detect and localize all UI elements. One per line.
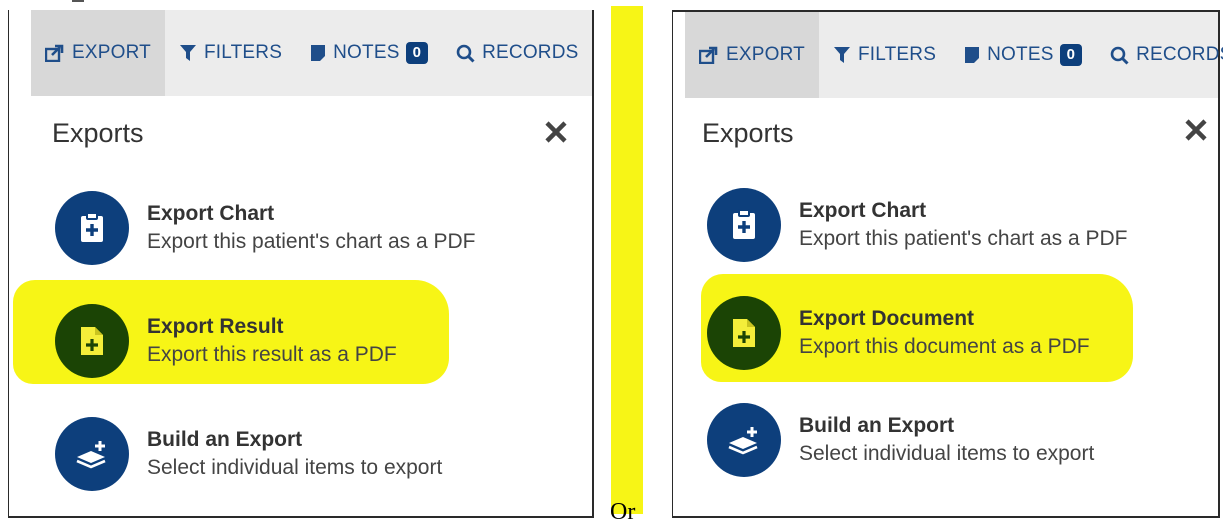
close-button[interactable] [1184, 118, 1208, 142]
tab-label: FILTERS [203, 42, 283, 63]
tab-export[interactable]: EXPORT [685, 12, 819, 98]
layers-plus-icon [55, 417, 129, 491]
toolbar-tabs: EXPORT FILTERS NOTES 0 RECORDS [685, 12, 1223, 98]
item-desc: Export this patient's chart as a PDF [799, 227, 1128, 250]
layers-plus-icon [707, 403, 781, 477]
item-desc: Export this document as a PDF [799, 335, 1090, 358]
item-desc: Export this result as a PDF [147, 343, 397, 366]
tab-records[interactable]: RECORDS [442, 10, 592, 96]
tab-notes[interactable]: NOTES 0 [296, 10, 442, 96]
item-desc: Select individual items to export [147, 456, 443, 479]
item-title: Export Chart [147, 202, 275, 225]
tab-records[interactable]: RECORDS [1096, 12, 1223, 98]
share-export-icon [45, 44, 65, 62]
exports-panel-left: EXPORT FILTERS NOTES 0 RECORDS Exports E… [8, 10, 594, 518]
tab-label: RECORDS [1136, 44, 1223, 65]
item-desc: Select individual items to export [799, 442, 1095, 465]
export-chart-item[interactable]: Export Chart Export this patient's chart… [707, 188, 1127, 262]
or-separator-label: Or [610, 499, 636, 525]
exports-panel-right: EXPORT FILTERS NOTES 0 RECORDS Exports E… [672, 10, 1223, 518]
export-document-item[interactable]: Export Document Export this document as … [707, 296, 1090, 370]
tab-label: EXPORT [726, 44, 805, 65]
search-icon [1110, 46, 1129, 65]
clipboard-plus-icon [55, 191, 129, 265]
clipboard-plus-icon [707, 188, 781, 262]
item-desc: Export this patient's chart as a PDF [147, 230, 476, 253]
search-icon [456, 44, 475, 63]
tab-filters[interactable]: FILTERS [819, 12, 950, 98]
share-export-icon [699, 46, 719, 64]
build-export-item[interactable]: Build an Export Select individual items … [55, 417, 442, 491]
item-title: Build an Export [799, 414, 955, 437]
document-plus-icon [707, 296, 781, 370]
close-icon [545, 121, 567, 143]
notes-count-badge: 0 [405, 42, 429, 64]
tab-label: NOTES [987, 44, 1054, 65]
notes-count-badge: 0 [1059, 44, 1083, 66]
close-icon [1185, 119, 1207, 141]
tab-label: EXPORT [72, 42, 151, 63]
tab-notes[interactable]: NOTES 0 [950, 12, 1096, 98]
build-export-item[interactable]: Build an Export Select individual items … [707, 403, 1094, 477]
exports-title: Exports [52, 118, 144, 148]
item-title: Build an Export [147, 428, 303, 451]
exports-title: Exports [702, 118, 794, 148]
export-chart-item[interactable]: Export Chart Export this patient's chart… [55, 191, 475, 265]
tab-export[interactable]: EXPORT [31, 10, 165, 96]
export-result-item[interactable]: Export Result Export this result as a PD… [55, 304, 397, 378]
item-title: Export Result [147, 315, 284, 338]
filter-icon [179, 44, 197, 62]
note-icon [964, 46, 980, 64]
highlight-divider-bar [611, 6, 643, 514]
tab-label: FILTERS [857, 44, 937, 65]
close-button[interactable] [544, 120, 568, 144]
note-icon [310, 44, 326, 62]
crop-mark [72, 0, 84, 2]
filter-icon [833, 46, 851, 64]
toolbar-tabs: EXPORT FILTERS NOTES 0 RECORDS [31, 10, 592, 96]
tab-label: RECORDS [482, 42, 579, 63]
tab-filters[interactable]: FILTERS [165, 10, 296, 96]
tab-label: NOTES [333, 42, 400, 63]
item-title: Export Chart [799, 199, 927, 222]
document-plus-icon [55, 304, 129, 378]
item-title: Export Document [799, 307, 975, 330]
